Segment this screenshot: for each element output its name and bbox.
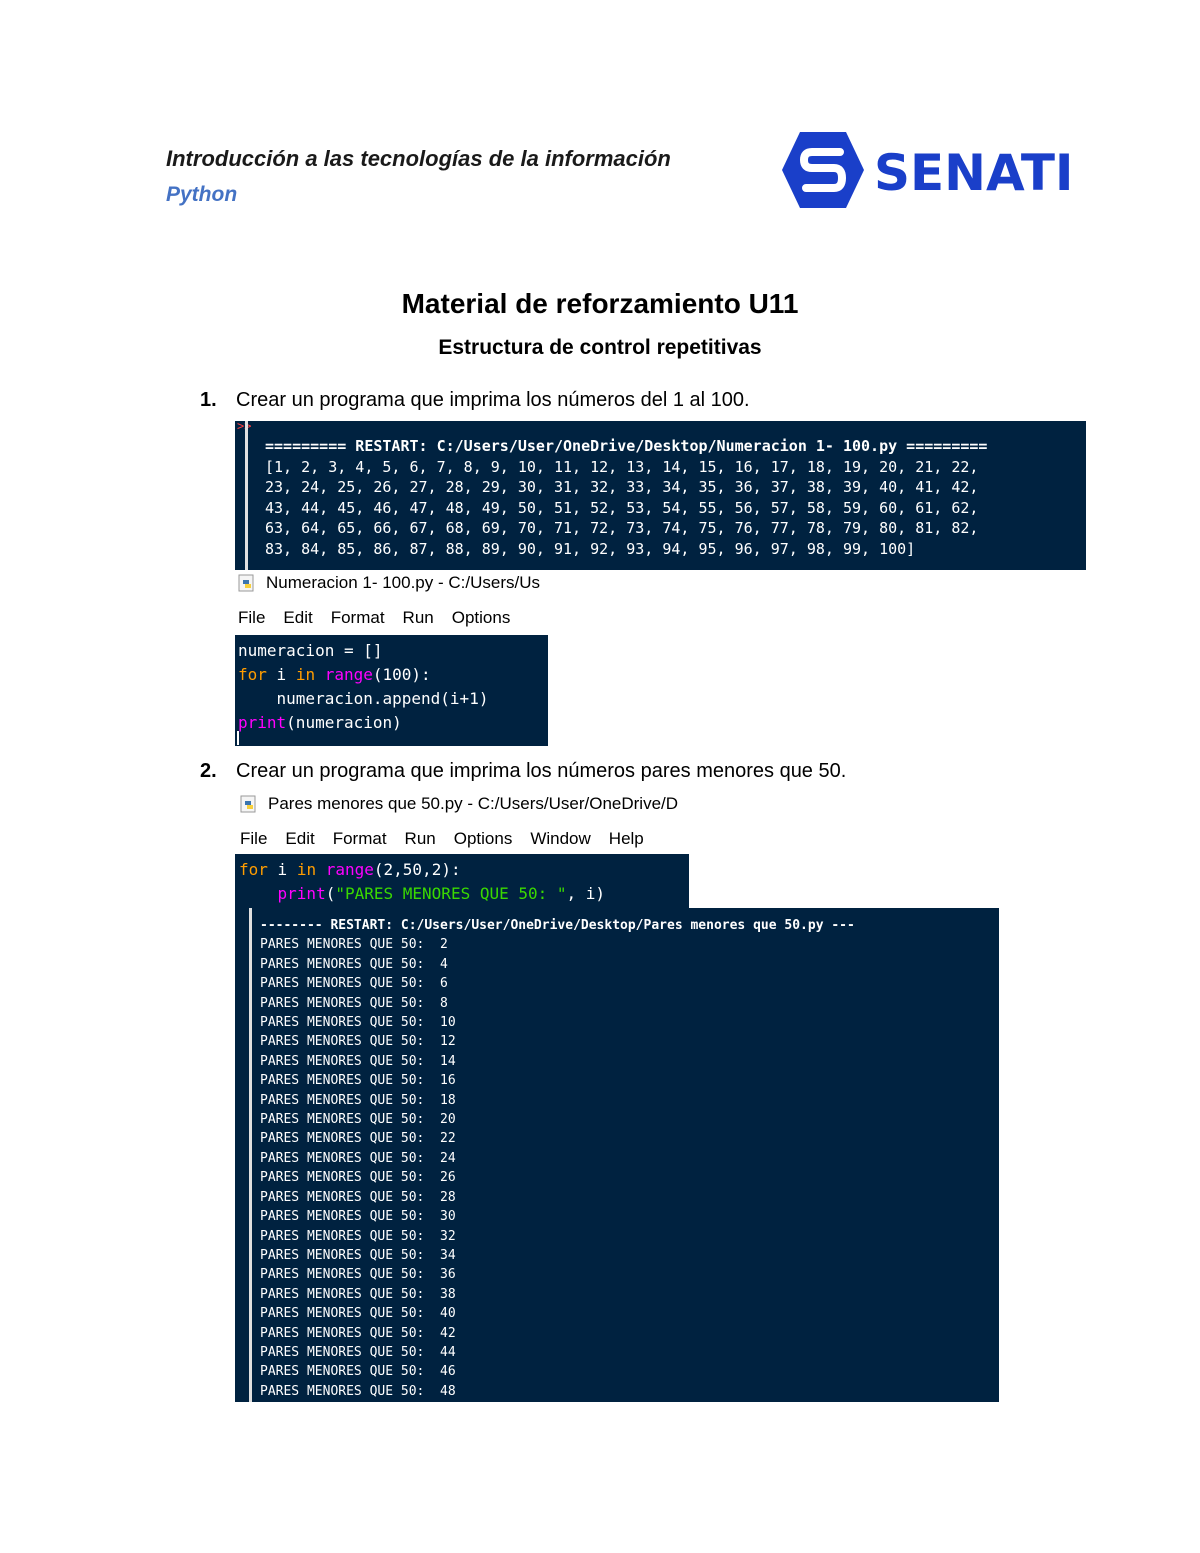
menu-options[interactable]: Options <box>452 608 511 628</box>
list-item-text: Crear un programa que imprima los número… <box>236 760 847 782</box>
list-item: 1. Crear un programa que imprima los núme… <box>200 389 750 412</box>
code-line: print(numeracion) <box>238 713 402 732</box>
shell-output-lines: PARES MENORES QUE 50: 2 PARES MENORES QUE… <box>260 935 855 1401</box>
python-shell-output-1: >> ========= RESTART: C:/Users/User/OneD… <box>235 421 1086 570</box>
list-item-number: 1. <box>200 389 217 411</box>
editor-title-text: Numeracion 1- 100.py - C:/Users/Us <box>266 573 540 592</box>
senati-logo-icon: SENATI <box>782 132 1074 208</box>
shell-output-line: PARES MENORES QUE 50: 30 <box>260 1209 456 1225</box>
shell-output-line: [1, 2, 3, 4, 5, 6, 7, 8, 9, 10, 11, 12, … <box>265 457 979 476</box>
code-line: numeracion = [] <box>238 641 383 660</box>
code-editor-2[interactable]: for i in range(2,50,2): print("PARES MEN… <box>235 854 689 910</box>
list-item-number: 2. <box>200 760 217 782</box>
shell-output-line: PARES MENORES QUE 50: 32 <box>260 1228 456 1244</box>
code-line: for i in range(100): <box>238 665 431 684</box>
menu-edit[interactable]: Edit <box>283 608 312 628</box>
shell-output-line: PARES MENORES QUE 50: 10 <box>260 1015 456 1031</box>
python-file-icon <box>240 795 256 813</box>
shell-restart-line: -------- RESTART: C:/Users/User/OneDrive… <box>260 918 855 933</box>
shell-output-line: PARES MENORES QUE 50: 34 <box>260 1247 456 1263</box>
shell-output-line: PARES MENORES QUE 50: 46 <box>260 1364 456 1380</box>
editor-window-title-1: Numeracion 1- 100.py - C:/Users/Us <box>238 571 550 595</box>
editor-window-title-2: Pares menores que 50.py - C:/Users/User/… <box>240 792 692 816</box>
shell-output-line: PARES MENORES QUE 50: 28 <box>260 1189 456 1205</box>
menu-format[interactable]: Format <box>331 608 385 628</box>
code-line: print("PARES MENORES QUE 50: ", i) <box>277 884 606 903</box>
shell-output-line: 83, 84, 85, 86, 87, 88, 89, 90, 91, 92, … <box>265 539 916 558</box>
course-subject: Python <box>166 183 238 206</box>
shell-output-line: PARES MENORES QUE 50: 20 <box>260 1112 456 1128</box>
menu-run[interactable]: Run <box>405 829 436 849</box>
shell-output-line: PARES MENORES QUE 50: 44 <box>260 1344 456 1360</box>
menu-edit[interactable]: Edit <box>285 829 314 849</box>
shell-output-line: 63, 64, 65, 66, 67, 68, 69, 70, 71, 72, … <box>265 519 979 537</box>
code-line: numeracion.append(i+1) <box>238 689 489 708</box>
shell-output-line: PARES MENORES QUE 50: 18 <box>260 1092 456 1108</box>
editor-menubar-1: File Edit Format Run Options <box>238 608 548 628</box>
shell-output-line: PARES MENORES QUE 50: 8 <box>260 995 448 1011</box>
menu-help[interactable]: Help <box>609 829 644 849</box>
editor-title-text: Pares menores que 50.py - C:/Users/User/… <box>268 794 679 813</box>
course-title: Introducción a las tecnologías de la inf… <box>166 146 671 171</box>
shell-output-line: 43, 44, 45, 46, 47, 48, 49, 50, 51, 52, … <box>265 498 979 517</box>
text-cursor <box>237 731 239 745</box>
page-subtitle: Estructura de control repetitivas <box>438 336 762 359</box>
senati-logo: SENATI <box>782 132 1074 208</box>
list-item: 2. Crear un programa que imprima los núme… <box>200 760 846 783</box>
shell-output-line: PARES MENORES QUE 50: 12 <box>260 1034 456 1050</box>
shell-restart-line: ========= RESTART: C:/Users/User/OneDriv… <box>265 437 988 455</box>
logo-text: SENATI <box>874 144 1074 202</box>
list-item-text: Crear un programa que imprima los número… <box>236 389 750 411</box>
shell-output-line: PARES MENORES QUE 50: 16 <box>260 1073 456 1089</box>
shell-gutter <box>245 421 248 570</box>
shell-output-line: PARES MENORES QUE 50: 22 <box>260 1131 456 1147</box>
code-editor-1[interactable]: numeracion = [] for i in range(100): num… <box>235 635 548 746</box>
page-title: Material de reforzamiento U11 <box>401 288 799 319</box>
python-file-icon <box>238 574 254 592</box>
shell-output-line: PARES MENORES QUE 50: 6 <box>260 976 448 992</box>
shell-output-line: PARES MENORES QUE 50: 24 <box>260 1150 456 1166</box>
menu-run[interactable]: Run <box>403 608 434 628</box>
menu-options[interactable]: Options <box>454 829 513 849</box>
editor-menubar-2: File Edit Format Run Options Window Help <box>240 829 662 849</box>
shell-output-line: PARES MENORES QUE 50: 4 <box>260 956 448 972</box>
shell-output-line: PARES MENORES QUE 50: 26 <box>260 1170 456 1186</box>
shell-output-line: PARES MENORES QUE 50: 42 <box>260 1325 456 1341</box>
menu-file[interactable]: File <box>238 608 265 628</box>
menu-format[interactable]: Format <box>333 829 387 849</box>
shell-output-line: PARES MENORES QUE 50: 36 <box>260 1267 456 1283</box>
python-shell-output-2: -------- RESTART: C:/Users/User/OneDrive… <box>235 908 999 1402</box>
code-line: for i in range(2,50,2): <box>239 860 461 879</box>
shell-output-line: PARES MENORES QUE 50: 48 <box>260 1383 456 1399</box>
menu-window[interactable]: Window <box>530 829 590 849</box>
shell-output-line: PARES MENORES QUE 50: 2 <box>260 937 448 953</box>
menu-file[interactable]: File <box>240 829 267 849</box>
shell-output-line: PARES MENORES QUE 50: 40 <box>260 1306 456 1322</box>
shell-gutter <box>249 908 252 1402</box>
shell-output-line: PARES MENORES QUE 50: 14 <box>260 1053 456 1069</box>
shell-output-line: PARES MENORES QUE 50: 38 <box>260 1286 456 1302</box>
shell-output-line: 23, 24, 25, 26, 27, 28, 29, 30, 31, 32, … <box>265 478 979 496</box>
